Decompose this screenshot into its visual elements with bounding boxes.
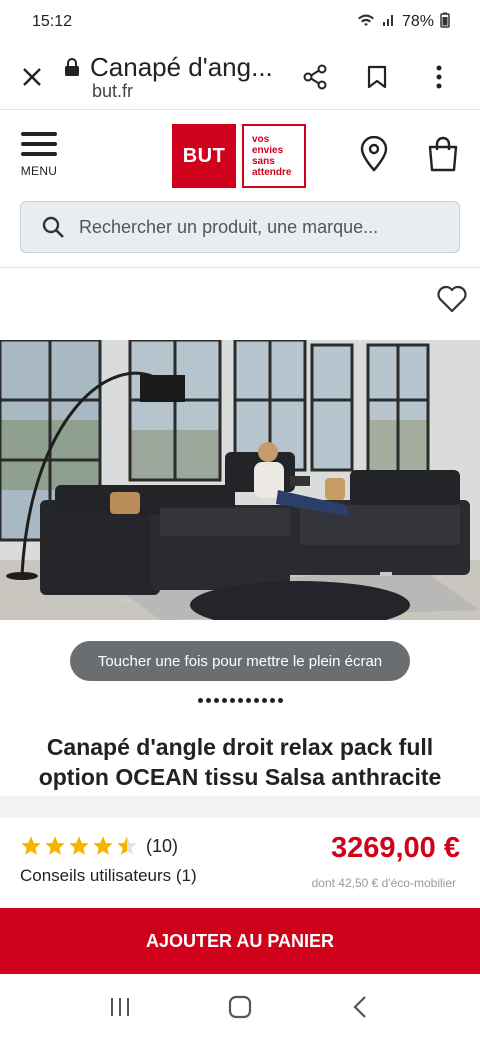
home-button[interactable]	[210, 982, 270, 1032]
product-rating[interactable]: (10)	[20, 835, 178, 857]
back-icon	[353, 995, 366, 1018]
section-separator	[0, 796, 480, 818]
back-button[interactable]	[330, 982, 390, 1032]
status-time: 15:12	[32, 13, 73, 30]
search-placeholder: Rechercher un produit, une marque...	[79, 216, 379, 237]
eco-fee-note: dont 42,50 € d'éco-mobilier	[311, 876, 456, 890]
signal-icon	[382, 13, 396, 32]
carousel-dot[interactable]	[253, 698, 259, 703]
carousel-dot[interactable]	[261, 698, 267, 703]
product-image[interactable]	[0, 340, 480, 620]
carousel-dot[interactable]	[269, 698, 275, 703]
carousel-dot[interactable]	[197, 698, 203, 703]
lock-icon	[65, 58, 79, 76]
user-reviews-link[interactable]: Conseils utilisateurs (1)	[20, 866, 197, 886]
page-title: Canapé d'ang...	[90, 51, 273, 82]
add-to-cart-button[interactable]: AJOUTER AU PANIER	[0, 908, 480, 974]
carousel-indicator[interactable]	[0, 698, 480, 703]
browser-toolbar: Canapé d'ang... but.fr	[0, 44, 480, 110]
search-input[interactable]: Rechercher un produit, une marque...	[20, 201, 460, 253]
more-options-button[interactable]	[408, 44, 470, 110]
site-header: MENU BUT vos envies sans attendre	[0, 110, 480, 200]
review-count: (10)	[146, 835, 179, 856]
but-logo[interactable]: BUT vos envies sans attendre	[172, 124, 306, 188]
cart-button[interactable]	[426, 136, 460, 177]
rating-stars	[20, 835, 138, 857]
menu-label: MENU	[20, 164, 58, 178]
close-tab-button[interactable]	[0, 44, 64, 110]
system-nav-bar	[0, 974, 480, 1039]
bookmark-icon	[367, 65, 387, 88]
carousel-dot[interactable]	[213, 698, 219, 703]
fullscreen-tooltip: Toucher une fois pour mettre le plein éc…	[70, 641, 410, 681]
battery-level: 78%	[401, 13, 434, 30]
star-icon	[45, 836, 65, 855]
wishlist-button[interactable]	[436, 284, 468, 319]
bookmark-button[interactable]	[346, 44, 408, 110]
location-pin-icon	[360, 135, 388, 172]
carousel-dot[interactable]	[277, 698, 283, 703]
recent-apps-icon	[111, 997, 129, 1016]
header-divider	[0, 267, 480, 268]
shopping-bag-icon	[428, 136, 458, 172]
star-icon	[21, 836, 41, 855]
share-button[interactable]	[284, 44, 346, 110]
star-icon	[93, 836, 113, 855]
hamburger-icon	[21, 132, 57, 162]
page-domain: but.fr	[92, 80, 134, 101]
store-locator-button[interactable]	[358, 135, 390, 177]
carousel-dot[interactable]	[205, 698, 211, 703]
carousel-dot[interactable]	[245, 698, 251, 703]
product-price: 3269,00 €	[330, 832, 460, 864]
logo-mark: BUT	[172, 124, 236, 188]
menu-button[interactable]: MENU	[18, 132, 60, 182]
star-icon	[69, 836, 89, 855]
more-vertical-icon	[436, 65, 442, 88]
share-icon	[303, 64, 327, 89]
close-icon	[23, 67, 41, 86]
status-bar: 15:12 78%	[0, 0, 480, 44]
carousel-dot[interactable]	[237, 698, 243, 703]
status-icons: 78%	[356, 12, 450, 33]
search-icon	[42, 216, 64, 238]
carousel-dot[interactable]	[221, 698, 227, 703]
recent-apps-button[interactable]	[90, 982, 150, 1032]
star-icon	[117, 836, 137, 855]
url-area[interactable]: Canapé d'ang... but.fr	[64, 52, 284, 102]
heart-icon	[437, 285, 467, 313]
product-title: Canapé d'angle droit relax pack full opt…	[38, 734, 442, 790]
battery-icon	[440, 12, 450, 33]
carousel-dot[interactable]	[229, 698, 235, 703]
logo-tagline: vos envies sans attendre	[242, 124, 306, 188]
wifi-icon	[356, 12, 376, 33]
home-icon	[228, 995, 252, 1018]
